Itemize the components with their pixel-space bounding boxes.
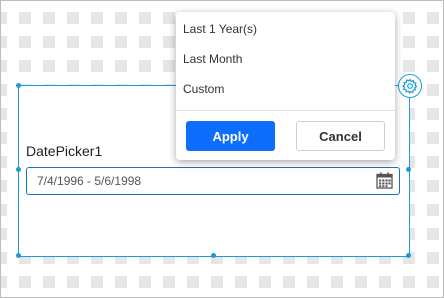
apply-button[interactable]: Apply [186,121,275,151]
preset-range-popup: Last 1 Year(s) Last Month Custom Apply C… [176,12,395,160]
datepicker-label: DatePicker1 [26,143,103,159]
resize-handle-bottom-right[interactable] [406,253,411,258]
preset-last-1-year[interactable]: Last 1 Year(s) [183,22,257,36]
resize-handle-top-left[interactable] [16,83,21,88]
resize-handle-bottom-middle[interactable] [211,253,216,258]
preset-custom[interactable]: Custom [183,82,224,96]
date-range-input[interactable]: 7/4/1996 - 5/6/1998 [26,167,400,195]
cancel-button[interactable]: Cancel [296,121,385,151]
preset-last-month[interactable]: Last Month [183,52,242,66]
calendar-icon[interactable] [376,172,393,194]
settings-button[interactable] [398,74,422,98]
gear-icon [402,78,418,94]
date-range-value: 7/4/1996 - 5/6/1998 [37,174,142,188]
resize-handle-middle-right[interactable] [406,167,411,172]
resize-handle-bottom-left[interactable] [16,253,21,258]
popup-divider [176,110,395,111]
resize-handle-middle-left[interactable] [16,167,21,172]
